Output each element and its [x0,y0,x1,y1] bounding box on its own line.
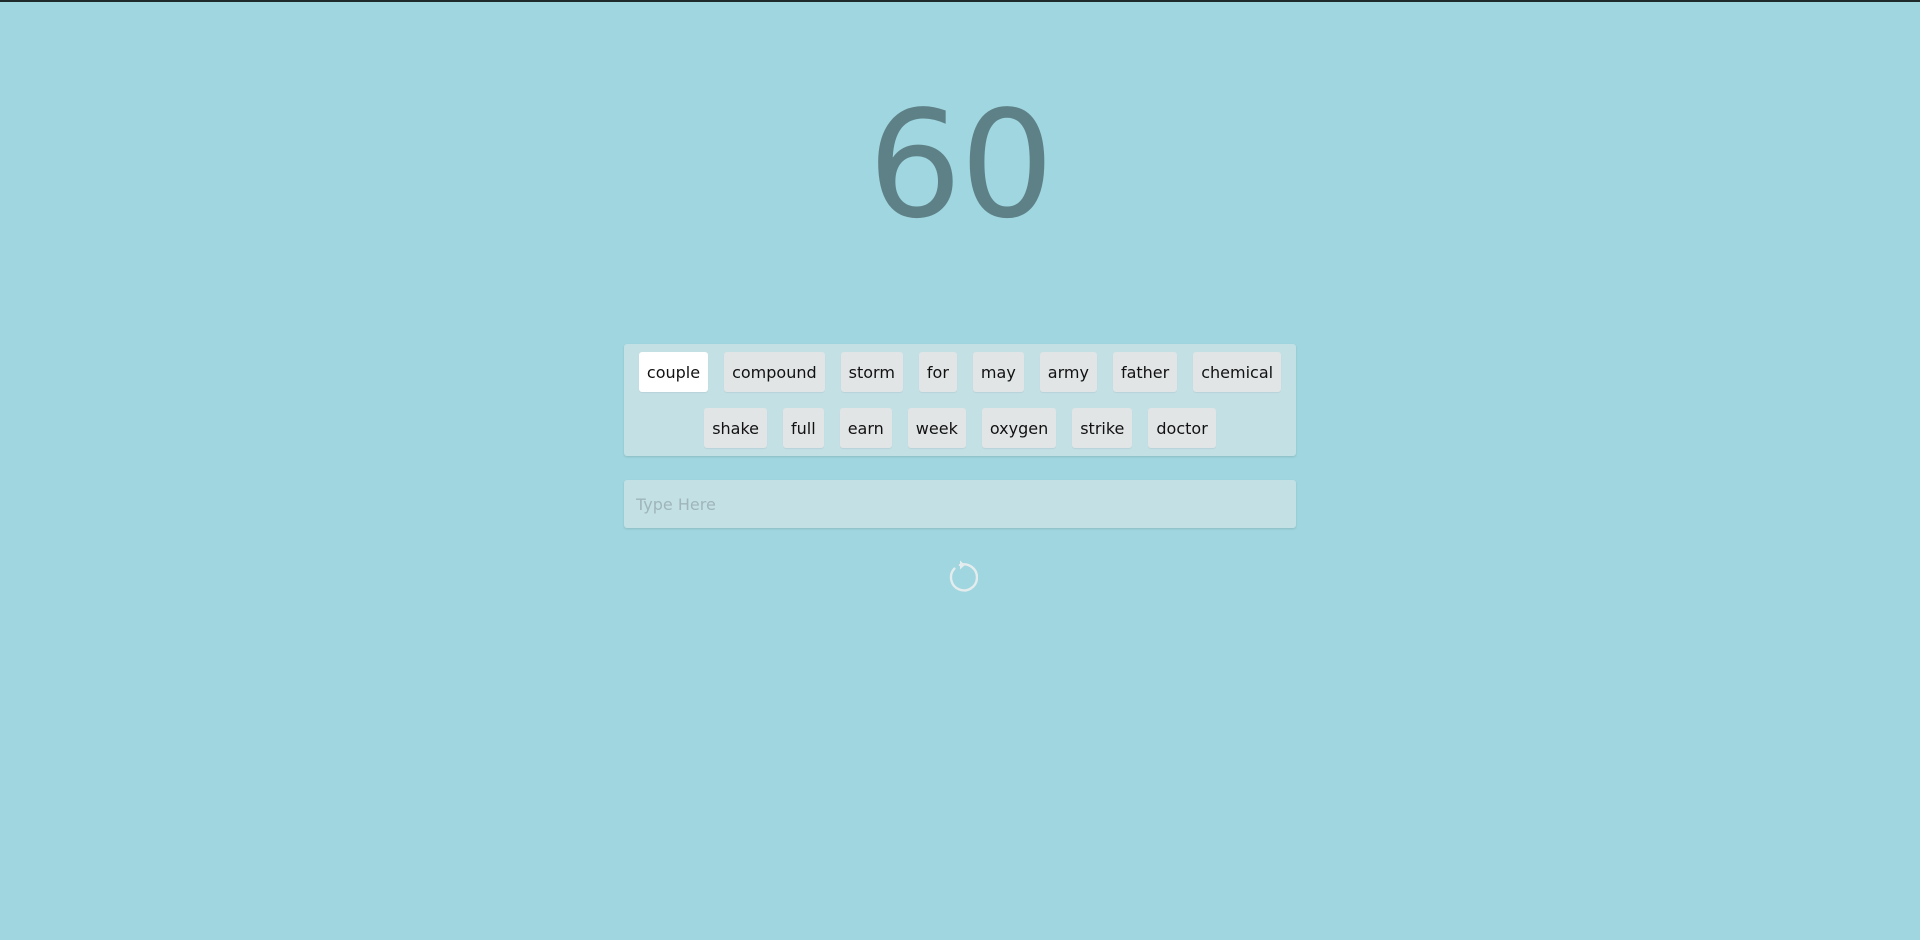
top-border [0,0,1920,2]
word-chip: storm [840,352,903,392]
reset-button[interactable] [940,558,980,598]
word-chip: week [907,408,966,448]
word-chip: for [918,352,957,392]
word-chip: earn [839,408,892,448]
word-chip: army [1039,352,1097,392]
refresh-icon [949,560,978,592]
word-row-1: couple compound storm for may army fathe… [624,352,1296,392]
word-chip: may [972,352,1024,392]
word-chip: doctor [1148,408,1216,448]
word-row-2: shake full earn week oxygen strike docto… [624,408,1296,448]
word-chip: chemical [1193,352,1282,392]
word-chip: oxygen [981,408,1057,448]
word-chip: strike [1072,408,1133,448]
countdown-timer: 60 [867,79,1054,251]
word-chip: full [783,408,824,448]
words-panel: couple compound storm for may army fathe… [624,344,1296,456]
word-chip: shake [704,408,768,448]
word-chip: father [1112,352,1178,392]
typing-input[interactable] [624,480,1296,528]
word-chip: compound [724,352,825,392]
word-chip-current: couple [638,352,709,392]
